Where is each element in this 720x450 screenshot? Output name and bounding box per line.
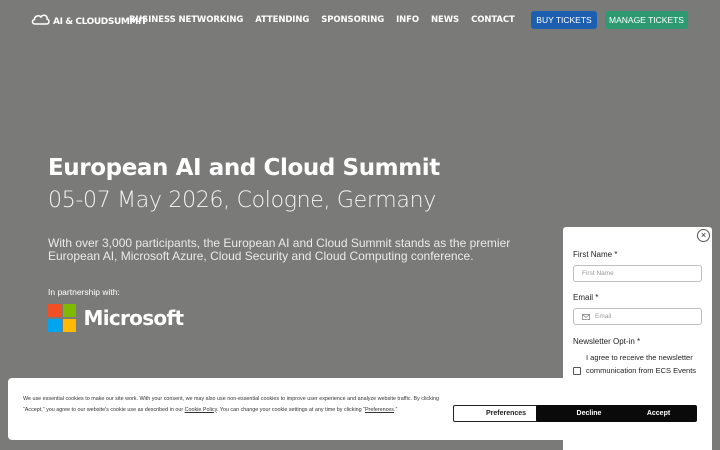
site-header: AI & CLOUDSUMMIT BUSINESS NETWORKING ATT…: [0, 0, 720, 40]
buy-tickets-button[interactable]: BUY TICKETS: [531, 11, 597, 29]
email-input[interactable]: Email: [573, 308, 702, 325]
microsoft-logo-icon: [48, 304, 76, 332]
consent-text: I agree to receive the newsletter commun…: [586, 353, 697, 375]
email-label: Email *: [573, 293, 599, 302]
nav-contact[interactable]: CONTACT: [471, 15, 515, 25]
nav-attending[interactable]: ATTENDING: [255, 15, 309, 25]
cookie-banner: We use essential cookies to make our sit…: [8, 378, 712, 440]
preferences-link[interactable]: Preferences: [365, 407, 394, 413]
nav-business-networking[interactable]: BUSINESS NETWORKING: [129, 15, 243, 25]
email-placeholder: Email: [595, 313, 612, 320]
microsoft-logo: Microsoft: [48, 304, 185, 332]
partner-name: Microsoft: [83, 305, 185, 330]
nav-sponsoring[interactable]: SPONSORING: [321, 15, 384, 25]
first-name-input[interactable]: First Name: [573, 265, 702, 282]
cookie-text-2: . You can change your cookie settings at…: [216, 406, 365, 413]
manage-tickets-button[interactable]: MANAGE TICKETS: [605, 11, 688, 29]
cookie-text: We use essential cookies to make our sit…: [23, 394, 453, 415]
first-name-placeholder: First Name: [582, 270, 614, 277]
main-nav: BUSINESS NETWORKING ATTENDING SPONSORING…: [129, 15, 515, 25]
nav-info[interactable]: INFO: [396, 15, 419, 25]
cloud-logo-icon: [31, 12, 50, 31]
cookie-policy-link[interactable]: Cookie Policy: [185, 407, 217, 413]
newsletter-checkbox[interactable]: [573, 367, 581, 375]
accept-button[interactable]: Accept: [620, 405, 697, 422]
hero-subtitle: 05-07 May 2026, Cologne, Germany: [48, 188, 436, 213]
partner-label: In partnership with:: [48, 287, 120, 297]
nav-news[interactable]: NEWS: [431, 15, 459, 25]
hero-description: With over 3,000 participants, the Europe…: [48, 236, 511, 263]
close-icon[interactable]: ×: [697, 229, 710, 242]
mail-icon: [582, 313, 590, 320]
newsletter-label: Newsletter Opt-in *: [573, 337, 641, 346]
first-name-label: First Name *: [573, 250, 618, 259]
hero-title: European AI and Cloud Summit: [48, 155, 440, 181]
cookie-text-3: .”: [394, 406, 398, 413]
